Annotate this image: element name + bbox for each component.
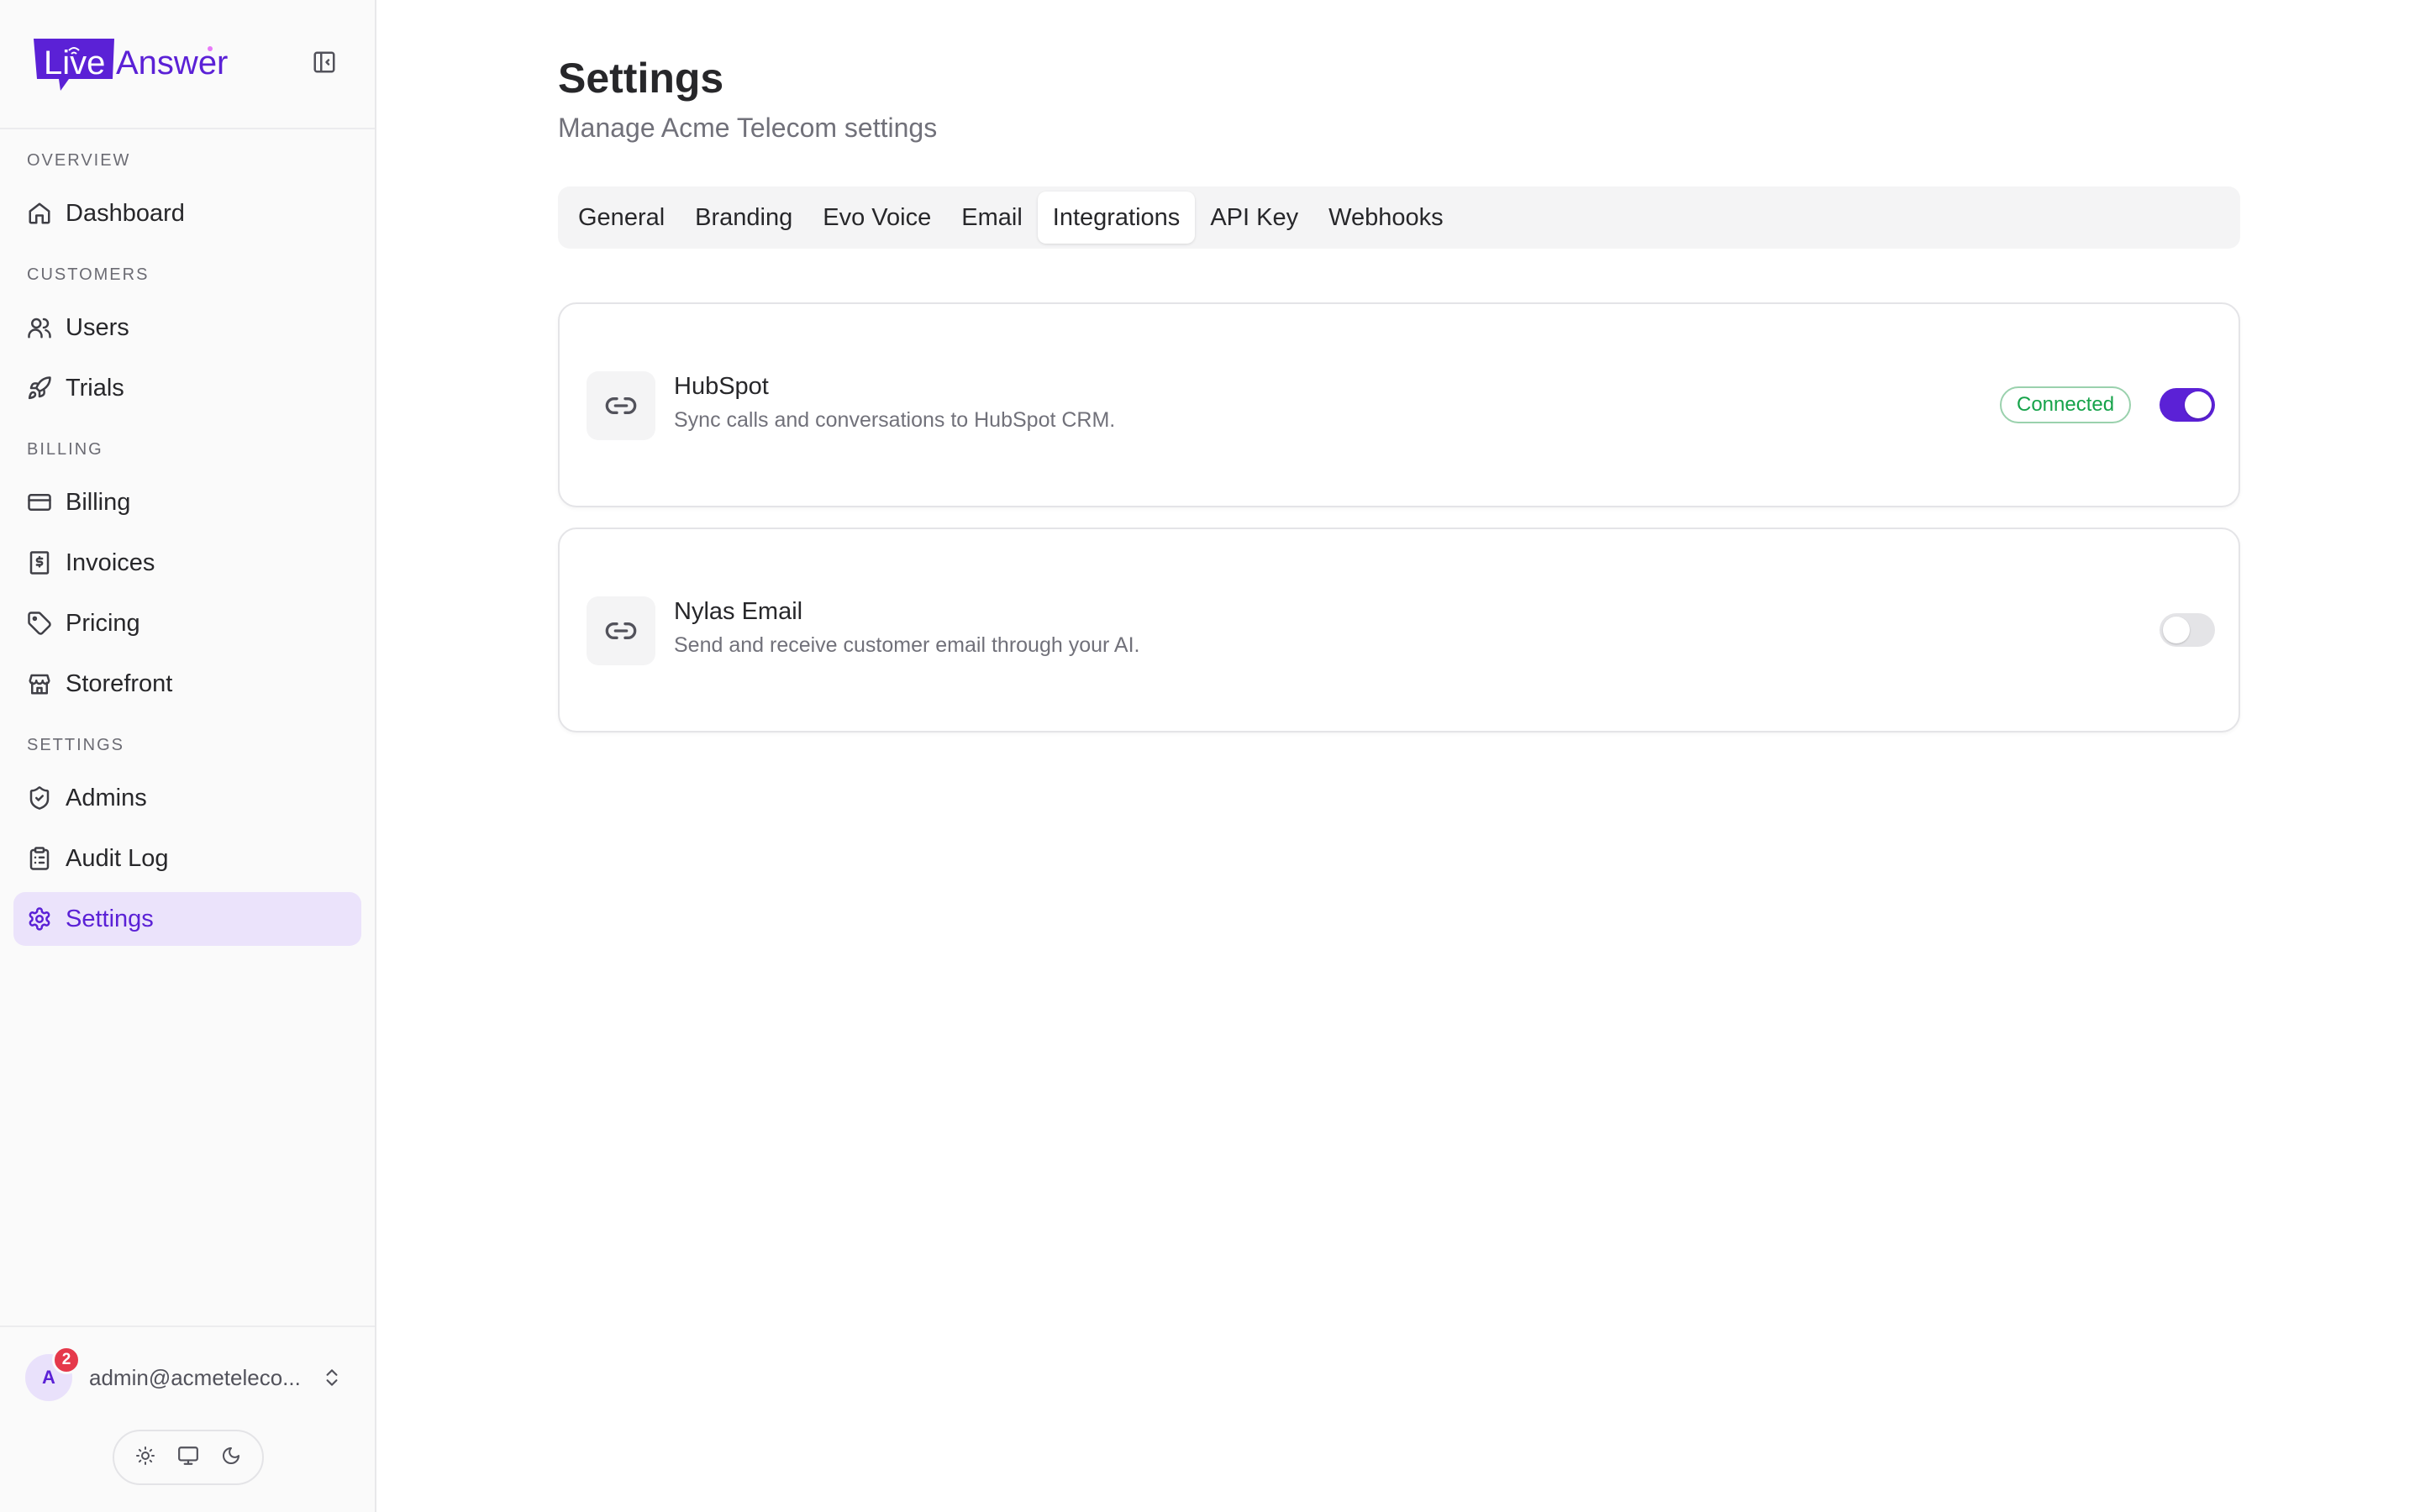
sidebar-item-label: Trials (66, 374, 124, 402)
tab-evo-voice[interactable]: Evo Voice (808, 192, 946, 244)
store-icon (25, 669, 54, 698)
section-label-overview: OVERVIEW (27, 151, 131, 170)
integration-description: Send and receive customer email through … (674, 633, 1140, 657)
sidebar-item-pricing[interactable]: Pricing (13, 596, 361, 650)
sidebar-item-billing[interactable]: Billing (13, 475, 361, 529)
sidebar-item-label: Storefront (66, 669, 173, 697)
panel-left-close-icon (312, 50, 337, 79)
page-title: Settings (558, 55, 724, 102)
sidebar-header: Live Answer (0, 0, 375, 129)
sidebar-item-storefront[interactable]: Storefront (13, 657, 361, 711)
integration-card-hubspot: HubSpot Sync calls and conversations to … (558, 302, 2240, 507)
sidebar-item-trials[interactable]: Trials (13, 361, 361, 415)
theme-dark-button[interactable] (213, 1439, 250, 1476)
theme-system-button[interactable] (170, 1439, 207, 1476)
tab-email[interactable]: Email (946, 192, 1038, 244)
liveanswer-logo[interactable]: Live Answer (32, 35, 250, 96)
tab-general[interactable]: General (563, 192, 680, 244)
link-icon (587, 596, 655, 665)
tag-icon (25, 609, 54, 638)
tab-webhooks[interactable]: Webhooks (1313, 192, 1459, 244)
integration-description: Sync calls and conversations to HubSpot … (674, 408, 1116, 432)
gear-icon (25, 905, 54, 933)
sidebar-item-users[interactable]: Users (13, 301, 361, 354)
sidebar-item-settings[interactable]: Settings (13, 892, 361, 946)
main-content: Settings Manage Acme Telecom settings Ge… (376, 0, 2420, 1512)
integration-name: HubSpot (674, 373, 769, 400)
notification-badge: 2 (52, 1346, 81, 1374)
sidebar-collapse-button[interactable] (309, 49, 339, 79)
integration-card-nylas-email: Nylas Email Send and receive customer em… (558, 528, 2240, 732)
sidebar-item-admins[interactable]: Admins (13, 771, 361, 825)
sidebar-footer: A 2 admin@acmeteleco... (0, 1326, 375, 1512)
theme-light-button[interactable] (127, 1439, 164, 1476)
shield-check-icon (25, 784, 54, 812)
logo-text-live: Live (44, 45, 105, 81)
sidebar-item-label: Admins (66, 784, 147, 811)
sun-icon (135, 1446, 155, 1470)
tab-branding[interactable]: Branding (680, 192, 808, 244)
section-label-billing: BILLING (27, 440, 103, 459)
chevrons-up-down-icon (319, 1365, 345, 1390)
rocket-icon (25, 374, 54, 402)
sidebar-item-label: Pricing (66, 609, 140, 637)
sidebar-item-dashboard[interactable]: Dashboard (13, 186, 361, 240)
sidebar-item-label: Audit Log (66, 844, 169, 872)
receipt-dollar-icon (25, 549, 54, 577)
user-menu-button[interactable]: A 2 admin@acmeteleco... (25, 1346, 353, 1403)
integration-name: Nylas Email (674, 598, 803, 625)
sidebar-item-label: Invoices (66, 549, 155, 576)
sidebar-item-invoices[interactable]: Invoices (13, 536, 361, 590)
nylas-email-toggle[interactable] (2160, 613, 2215, 647)
sidebar-item-label: Settings (66, 905, 154, 932)
section-label-customers: CUSTOMERS (27, 265, 150, 284)
toggle-knob (2185, 391, 2212, 418)
section-label-settings: SETTINGS (27, 736, 125, 754)
sidebar-item-label: Billing (66, 488, 131, 516)
hubspot-toggle[interactable] (2160, 388, 2215, 422)
moon-icon (221, 1446, 241, 1470)
toggle-knob (2163, 617, 2190, 643)
page-subtitle: Manage Acme Telecom settings (558, 113, 938, 143)
avatar-initial: A (42, 1367, 55, 1388)
monitor-icon (177, 1445, 199, 1471)
credit-card-icon (25, 488, 54, 517)
theme-switcher (113, 1430, 264, 1485)
home-icon (25, 199, 54, 228)
sidebar-item-audit-log[interactable]: Audit Log (13, 832, 361, 885)
settings-tabs: General Branding Evo Voice Email Integra… (558, 186, 2240, 249)
sidebar-item-label: Users (66, 313, 129, 341)
tab-integrations[interactable]: Integrations (1037, 192, 1196, 244)
link-icon (587, 371, 655, 440)
user-email: admin@acmeteleco... (89, 1364, 301, 1390)
tab-api-key[interactable]: API Key (1195, 192, 1313, 244)
status-badge: Connected (2000, 386, 2132, 423)
users-icon (25, 313, 54, 342)
sidebar-item-label: Dashboard (66, 199, 185, 227)
avatar: A 2 (25, 1346, 81, 1401)
clipboard-list-icon (25, 844, 54, 873)
sidebar: Live Answer OVERVIEW Dashboard CUSTOMERS… (0, 0, 376, 1512)
